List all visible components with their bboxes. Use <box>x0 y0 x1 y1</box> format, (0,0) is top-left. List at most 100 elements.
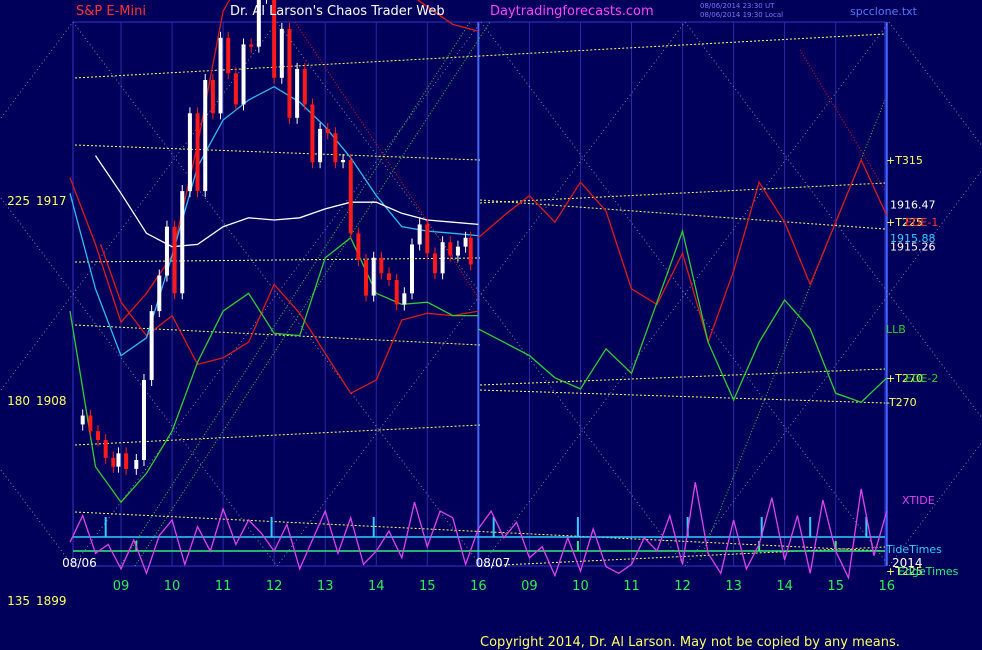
price-bar <box>325 128 330 134</box>
price-bar <box>134 460 139 469</box>
price-bar <box>80 415 85 425</box>
price-bar <box>180 191 185 294</box>
x-tick-label: 12 <box>674 579 691 594</box>
price-bar <box>302 68 307 105</box>
x-tick-label: 12 <box>266 579 283 594</box>
fan-line-down <box>276 21 686 567</box>
price-bar <box>371 257 376 296</box>
y-price-label: 1899 <box>36 594 67 608</box>
y-price-label: 1917 <box>36 194 67 208</box>
x-tick-label: 15 <box>827 579 844 594</box>
price-bar <box>287 28 292 118</box>
yellow-trend-line <box>74 324 481 346</box>
day-label: 08/06 <box>62 556 97 570</box>
price-bar <box>348 160 353 234</box>
fan-line-down <box>684 21 982 419</box>
price-bar <box>116 453 121 467</box>
x-tick-label: 13 <box>725 579 742 594</box>
x-tick-label: 11 <box>623 579 640 594</box>
price-bar <box>425 224 430 254</box>
data-file-name: spcclone.txt <box>850 5 917 18</box>
right-label: XTIDE <box>902 494 935 507</box>
x-tick-label: 10 <box>164 579 181 594</box>
x-tick-label: 16 <box>470 579 487 594</box>
x-tick-label: 14 <box>776 579 793 594</box>
price-bar <box>88 415 93 432</box>
price-bar <box>417 224 422 245</box>
price-bar <box>364 260 369 296</box>
price-bar <box>249 44 254 47</box>
price-bar <box>241 44 246 105</box>
right-label: -T270 <box>886 396 917 409</box>
fan-line-up <box>0 21 74 120</box>
symbol-title: S&P E-Mini <box>76 4 146 19</box>
yellow-trend-line <box>74 33 886 79</box>
price-bar <box>157 275 162 312</box>
price-bar <box>187 113 192 192</box>
right-label: +T315 <box>886 154 923 167</box>
series-red-lower-line <box>99 244 479 395</box>
price-bar <box>394 280 399 305</box>
price-bar <box>233 73 238 105</box>
price-bar <box>149 311 154 380</box>
site-link[interactable]: Daytradingforecasts.com <box>490 4 654 19</box>
price-bar <box>318 128 323 163</box>
price-bar <box>164 226 169 276</box>
price-bar <box>295 68 300 118</box>
yellow-trend-line <box>74 144 481 161</box>
x-tick-label: 11 <box>215 579 232 594</box>
price-bar <box>463 237 468 247</box>
timestamp-local: 08/06/2014 19:30 Local <box>700 11 784 19</box>
copyright-notice: Copyright 2014, Dr. Al Larson. May not b… <box>480 635 900 650</box>
x-tick-label: 09 <box>113 579 130 594</box>
price-bar <box>172 226 177 294</box>
price-bar <box>141 380 146 460</box>
fan-line-up <box>888 441 982 567</box>
price-bar <box>103 440 108 458</box>
time-grid <box>72 21 888 567</box>
y-angle-label: 225 <box>7 194 30 208</box>
price-bar <box>333 133 338 163</box>
fan-line-down <box>0 468 74 567</box>
price-bar <box>341 160 346 163</box>
price-bar <box>440 242 445 274</box>
price-bar <box>279 28 284 78</box>
x-tick-label: 09 <box>521 579 538 594</box>
fan-line-down <box>480 21 890 567</box>
fan-line-down <box>888 21 982 147</box>
right-label: EdgeTimes <box>898 565 959 578</box>
y-price-label: 1908 <box>36 394 67 408</box>
chart-canvas: 225 1917 180 1908 135 1899 09 10 11 12 13 14 15 16 09 1… <box>0 0 982 608</box>
price-bar <box>455 246 460 256</box>
price-bar <box>468 237 473 265</box>
yellow-trend-line <box>74 424 481 446</box>
price-bar <box>402 293 407 305</box>
red-angle-line <box>799 49 886 191</box>
right-label: EDE-1 <box>905 216 938 229</box>
price-bar <box>356 233 361 260</box>
day-label: 08/07 <box>476 556 511 570</box>
right-label: TideTimes <box>885 543 942 556</box>
price-bar <box>448 242 453 256</box>
y-angle-label: 135 <box>7 594 30 608</box>
price-bar <box>379 257 384 274</box>
fan-line-up <box>684 169 982 567</box>
y-angle-label: 180 <box>7 394 30 408</box>
x-tick-label: 14 <box>368 579 385 594</box>
x-tick-label: 16 <box>878 579 895 594</box>
price-bars <box>80 0 473 475</box>
price-bar <box>409 244 414 294</box>
x-tick-label: 10 <box>572 579 589 594</box>
price-bar <box>96 431 101 440</box>
right-label: EDE-2 <box>905 372 938 385</box>
x-tick-label: 15 <box>419 579 436 594</box>
price-bar <box>195 113 200 192</box>
author-title: Dr. Al Larson's Chaos Trader Web <box>230 4 445 19</box>
price-bar <box>203 80 208 192</box>
right-label: 1916.47 <box>890 198 936 211</box>
timestamp-ut: 08/06/2014 23:30 UT <box>700 2 775 10</box>
price-bar <box>111 457 116 467</box>
price-bar <box>210 80 215 114</box>
price-bar <box>124 453 129 469</box>
price-bar <box>432 253 437 274</box>
